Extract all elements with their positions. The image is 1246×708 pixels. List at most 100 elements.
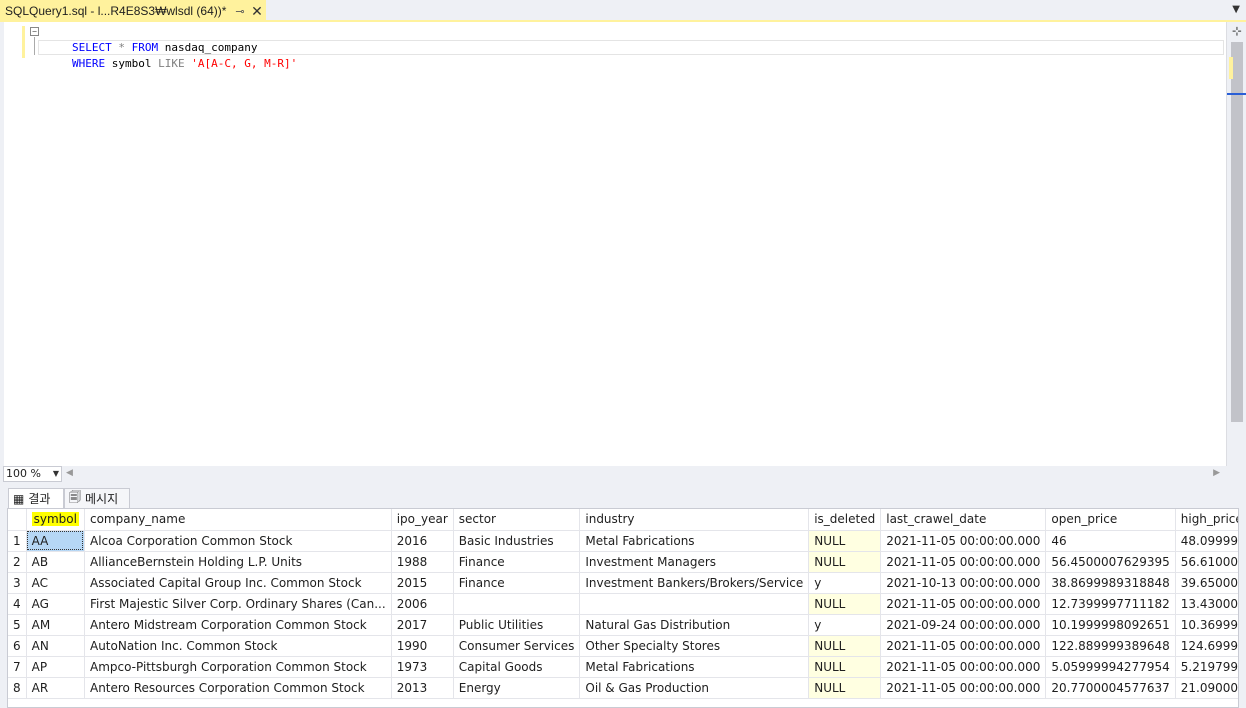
grid-cell[interactable]: Associated Capital Group Inc. Common Sto… xyxy=(84,572,392,594)
grid-cell[interactable]: 2015 xyxy=(391,572,454,594)
grid-cell[interactable]: 56.6100006103516 xyxy=(1175,551,1238,573)
table-row[interactable]: 4 AG First Majestic Silver Corp. Ordinary … xyxy=(8,593,1238,615)
grid-cell[interactable]: AB xyxy=(26,551,85,573)
grid-cell[interactable]: 46 xyxy=(1045,530,1176,552)
table-row[interactable]: 2 AB AllianceBernstein Holding L.P. Units 1… xyxy=(8,551,1238,573)
grid-cell[interactable]: y xyxy=(808,614,882,636)
grid-cell[interactable]: First Majestic Silver Corp. Ordinary Sha… xyxy=(84,593,392,615)
grid-cell[interactable]: 20.7700004577637 xyxy=(1045,677,1176,699)
grid-cell[interactable]: Finance xyxy=(453,572,581,594)
grid-cell[interactable]: 10.3699998855591 xyxy=(1175,614,1238,636)
sql-editor[interactable]: − SELECT * FROM nasdaq_company WHERE sym… xyxy=(0,22,1246,466)
grid-cell[interactable]: 2021-11-05 00:00:00.000 xyxy=(880,656,1047,678)
table-row[interactable]: 6 AN AutoNation Inc. Common Stock 1990 Consu… xyxy=(8,635,1238,657)
grid-cell[interactable] xyxy=(453,593,581,615)
grid-cell[interactable]: NULL xyxy=(808,530,882,552)
tab-dropdown-icon[interactable]: ▼ xyxy=(1232,4,1240,15)
grid-cell[interactable]: Metal Fabrications xyxy=(579,656,810,678)
grid-cell[interactable]: 48.0999984741211 xyxy=(1175,530,1238,552)
grid-cell[interactable]: 2021-11-05 00:00:00.000 xyxy=(880,593,1047,615)
grid-cell[interactable]: 124.699996948242 xyxy=(1175,635,1238,657)
grid-cell[interactable]: 122.889999389648 xyxy=(1045,635,1176,657)
grid-cell[interactable]: 38.8699989318848 xyxy=(1045,572,1176,594)
grid-cell[interactable]: 2017 xyxy=(391,614,454,636)
row-number-cell[interactable]: 5 xyxy=(8,614,27,636)
query-document-tab[interactable]: SQLQuery1.sql - l...R4E8S3₩wlsdl (64))* … xyxy=(0,0,266,22)
grid-cell[interactable]: AutoNation Inc. Common Stock xyxy=(84,635,392,657)
grid-cell[interactable]: NULL xyxy=(808,677,882,699)
column-header-open-price[interactable]: open_price xyxy=(1045,509,1176,531)
row-number-header[interactable] xyxy=(8,509,27,531)
grid-cell[interactable]: 2013 xyxy=(391,677,454,699)
table-row[interactable]: 8 AR Antero Resources Corporation Common S… xyxy=(8,677,1238,699)
grid-cell[interactable]: 21.0900001525879 xyxy=(1175,677,1238,699)
grid-cell[interactable]: 2021-10-13 00:00:00.000 xyxy=(880,572,1047,594)
tab-messages[interactable]: 🗐 메시지 xyxy=(64,488,130,508)
grid-cell[interactable]: 56.4500007629395 xyxy=(1045,551,1176,573)
grid-cell[interactable]: Public Utilities xyxy=(453,614,581,636)
grid-cell[interactable]: AC xyxy=(26,572,85,594)
pin-icon[interactable]: ⊸ xyxy=(232,5,248,18)
column-header-last-crawel-date[interactable]: last_crawel_date xyxy=(880,509,1047,531)
grid-cell[interactable]: 1990 xyxy=(391,635,454,657)
scroll-left-icon[interactable]: ◀ xyxy=(66,468,73,478)
code-line-1[interactable]: SELECT * FROM nasdaq_company xyxy=(30,24,257,54)
row-number-cell[interactable]: 7 xyxy=(8,656,27,678)
table-row[interactable]: 7 AP Ampco-Pittsburgh Corporation Common S… xyxy=(8,656,1238,678)
grid-cell[interactable]: 1973 xyxy=(391,656,454,678)
grid-cell[interactable]: Finance xyxy=(453,551,581,573)
grid-cell[interactable]: NULL xyxy=(808,551,882,573)
grid-cell[interactable]: 13.4300003051758 xyxy=(1175,593,1238,615)
scroll-right-icon[interactable]: ▶ xyxy=(1213,468,1220,478)
tab-results[interactable]: ▦ 결과 xyxy=(8,488,64,508)
grid-cell[interactable]: 2021-11-05 00:00:00.000 xyxy=(880,530,1047,552)
grid-cell[interactable]: Alcoa Corporation Common Stock xyxy=(84,530,392,552)
grid-cell[interactable]: AG xyxy=(26,593,85,615)
results-grid[interactable]: symbol company_name ipo_year sector industry… xyxy=(7,508,1239,708)
grid-cell[interactable]: AR xyxy=(26,677,85,699)
table-row[interactable]: 3 AC Associated Capital Group Inc. Common … xyxy=(8,572,1238,594)
table-row[interactable]: 5 AM Antero Midstream Corporation Common S… xyxy=(8,614,1238,636)
grid-cell[interactable]: Basic Industries xyxy=(453,530,581,552)
grid-cell[interactable]: NULL xyxy=(808,593,882,615)
grid-cell[interactable]: AP xyxy=(26,656,85,678)
close-icon[interactable]: ✕ xyxy=(248,3,266,20)
grid-cell[interactable]: Capital Goods xyxy=(453,656,581,678)
column-header-ipo-year[interactable]: ipo_year xyxy=(391,509,454,531)
grid-cell[interactable]: Antero Midstream Corporation Common Stoc… xyxy=(84,614,392,636)
editor-vertical-scrollbar[interactable]: ⊹ xyxy=(1226,22,1246,466)
grid-cell[interactable]: Metal Fabrications xyxy=(579,530,810,552)
column-header-sector[interactable]: sector xyxy=(453,509,581,531)
column-header-company-name[interactable]: company_name xyxy=(84,509,392,531)
grid-cell[interactable] xyxy=(579,593,810,615)
grid-cell[interactable]: 2021-11-05 00:00:00.000 xyxy=(880,635,1047,657)
row-number-cell[interactable]: 4 xyxy=(8,593,27,615)
scrollbar-thumb[interactable] xyxy=(1231,42,1243,422)
grid-cell[interactable]: Investment Bankers/Brokers/Service xyxy=(579,572,810,594)
grid-cell[interactable]: 12.7399997711182 xyxy=(1045,593,1176,615)
grid-cell[interactable]: Ampco-Pittsburgh Corporation Common Stoc… xyxy=(84,656,392,678)
grid-cell[interactable]: NULL xyxy=(808,656,882,678)
row-number-cell[interactable]: 1 xyxy=(8,530,27,552)
grid-cell[interactable]: Energy xyxy=(453,677,581,699)
grid-cell[interactable]: Antero Resources Corporation Common Stoc… xyxy=(84,677,392,699)
grid-cell[interactable]: NULL xyxy=(808,635,882,657)
column-header-symbol[interactable]: symbol xyxy=(26,509,85,531)
column-header-high-price[interactable]: high_price xyxy=(1175,509,1238,531)
grid-cell[interactable]: Investment Managers xyxy=(579,551,810,573)
zoom-select[interactable]: 100 % ▼ xyxy=(3,466,62,482)
grid-cell[interactable]: 2016 xyxy=(391,530,454,552)
grid-cell[interactable]: 1988 xyxy=(391,551,454,573)
grid-cell[interactable]: AN xyxy=(26,635,85,657)
grid-cell[interactable]: Other Specialty Stores xyxy=(579,635,810,657)
column-header-is-deleted[interactable]: is_deleted xyxy=(808,509,882,531)
grid-cell[interactable]: AA xyxy=(26,530,85,552)
grid-cell[interactable]: AllianceBernstein Holding L.P. Units xyxy=(84,551,392,573)
grid-cell[interactable]: 2006 xyxy=(391,593,454,615)
row-number-cell[interactable]: 8 xyxy=(8,677,27,699)
grid-cell[interactable]: 5.05999994277954 xyxy=(1045,656,1176,678)
column-header-industry[interactable]: industry xyxy=(579,509,810,531)
grid-cell[interactable]: 10.1999998092651 xyxy=(1045,614,1176,636)
table-row[interactable]: 1 AA Alcoa Corporation Common Stock 2016 Bas… xyxy=(8,530,1238,552)
grid-cell[interactable]: 39.6500015258789 xyxy=(1175,572,1238,594)
